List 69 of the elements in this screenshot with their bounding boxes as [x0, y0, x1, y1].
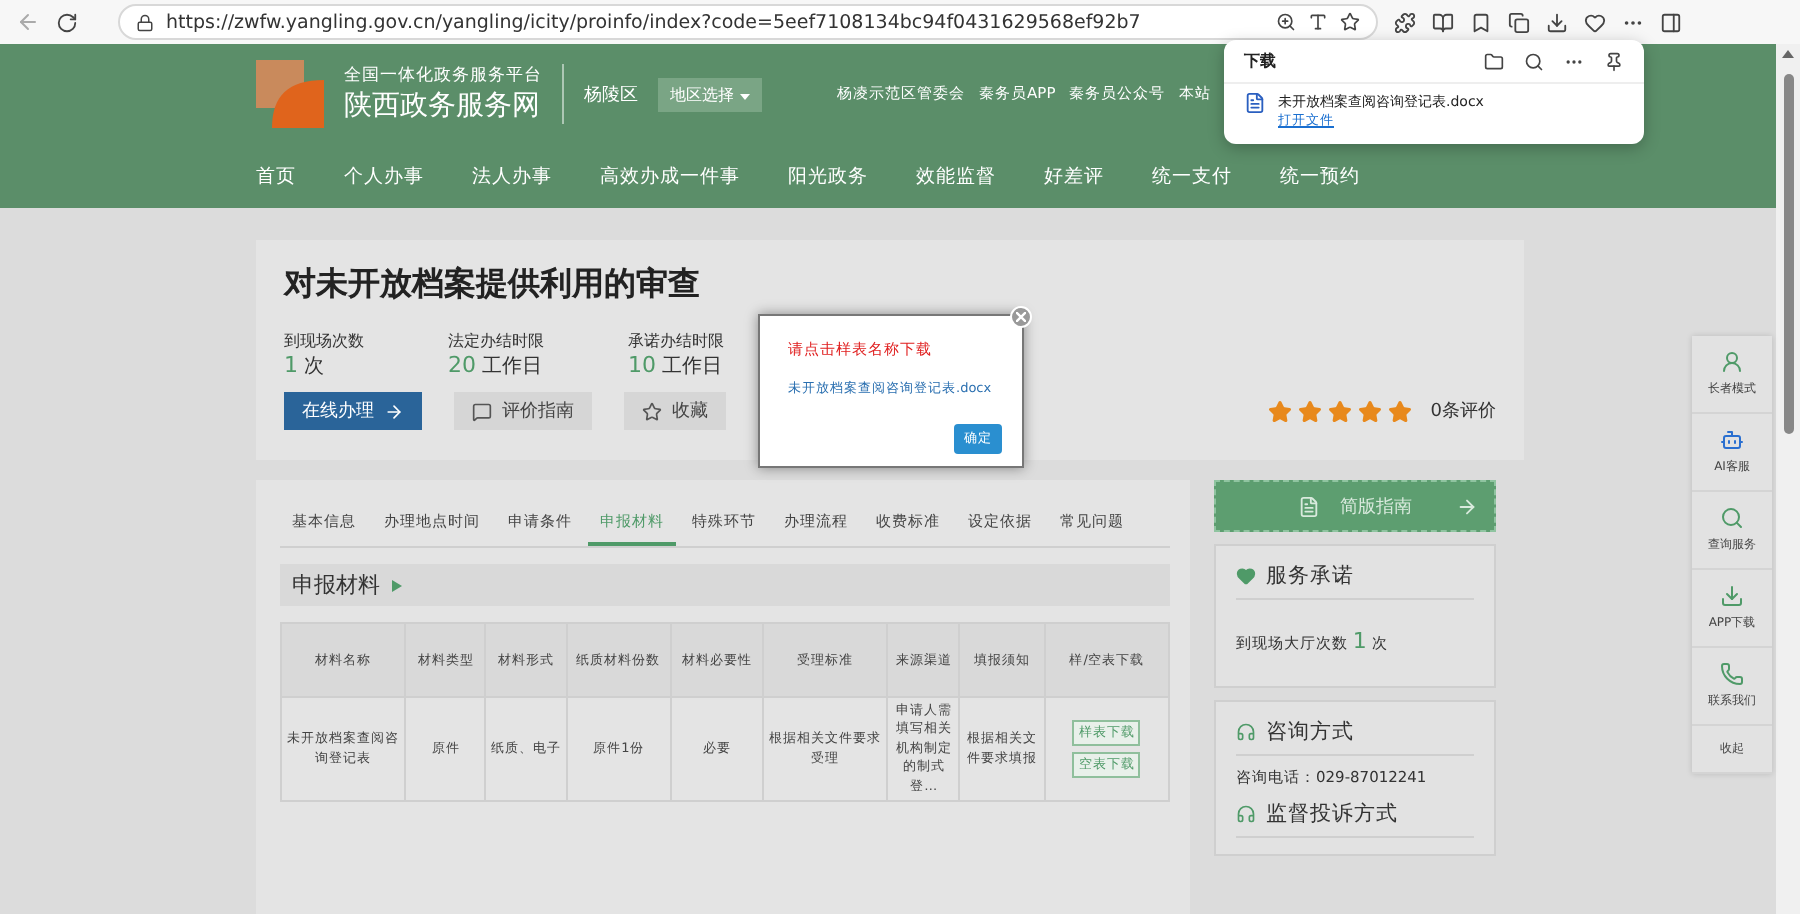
star-icon [1388, 399, 1413, 423]
stat-label: 承诺办结时限 [628, 330, 724, 352]
nav-link[interactable]: 统一预约 [1280, 163, 1360, 189]
item-title: 对未开放档案提供利用的审查 [284, 264, 702, 306]
book-icon[interactable] [1432, 11, 1454, 33]
nav-link[interactable]: 首页 [256, 163, 296, 189]
panel-title: 咨询方式 [1266, 718, 1354, 746]
zoom-icon[interactable] [1276, 12, 1296, 32]
headset-icon [1236, 804, 1256, 824]
pin-icon[interactable] [1604, 51, 1624, 71]
search-icon[interactable] [1524, 51, 1544, 71]
platform-label: 全国一体化政务服务平台 [344, 64, 542, 88]
star-icon [1268, 399, 1293, 423]
region-label: 杨陵区 [584, 83, 638, 107]
sidebar-icon[interactable] [1660, 11, 1682, 33]
triangle-icon [392, 579, 402, 591]
folder-icon[interactable] [1484, 51, 1504, 71]
nav-link[interactable]: 统一支付 [1152, 163, 1232, 189]
heart-icon[interactable] [1584, 11, 1606, 33]
bookmark-icon[interactable] [1470, 11, 1492, 33]
star-icon [642, 401, 662, 421]
online-apply-button[interactable]: 在线办理 [284, 392, 422, 430]
arrow-right-icon [1456, 495, 1478, 517]
logo-icon [256, 60, 324, 128]
message-icon [472, 401, 492, 421]
nav-link[interactable]: 效能监督 [916, 163, 996, 189]
stat-value: 1 次 [284, 352, 327, 380]
star-icon[interactable] [1340, 12, 1360, 32]
site-name: 陕西政务服务网 [344, 88, 542, 124]
panel-title: 服务承诺 [1266, 562, 1354, 590]
stat-label: 法定办结时限 [448, 330, 544, 352]
nav-link[interactable]: 法人办事 [472, 163, 552, 189]
action-button[interactable]: 收藏 [624, 392, 726, 430]
reload-icon[interactable] [56, 11, 78, 33]
document-icon [1298, 495, 1320, 517]
phone-icon [1720, 662, 1744, 686]
section-title: 申报材料 [292, 570, 380, 600]
search-icon [1720, 506, 1744, 530]
panel-title: 监督投诉方式 [1266, 800, 1398, 828]
lock-icon [136, 13, 154, 31]
star-icon [1328, 399, 1353, 423]
stat-label: 到现场次数 [284, 330, 364, 352]
panel-title: 下载 [1244, 50, 1276, 72]
nav-link[interactable]: 高效办成一件事 [600, 163, 740, 189]
download-icon [1720, 584, 1744, 608]
nav-link[interactable]: 个人办事 [344, 163, 424, 189]
robot-icon [1720, 428, 1744, 452]
address-bar[interactable]: https://zwfw.yangling.gov.cn/yangling/icity/proinfo/index?code=5eef7108134bc94f0431629568ef92b7 [118, 4, 1378, 40]
arrow-right-icon [384, 401, 404, 421]
url-text: https://zwfw.yangling.gov.cn/yangling/icity/proinfo/index?code=5eef7108134bc94f0431629568ef92b7 [166, 11, 1143, 33]
stat-value: 20 工作日 [448, 352, 544, 380]
star-icon [1358, 399, 1383, 423]
caret-icon [739, 93, 750, 99]
document-icon [1244, 92, 1266, 114]
headset-icon [1236, 722, 1256, 742]
person-icon [1720, 350, 1744, 374]
rating-count: 0条评价 [1430, 399, 1496, 424]
scroll-up-icon[interactable] [1782, 50, 1794, 58]
copy-icon[interactable] [1508, 11, 1530, 33]
nav-link[interactable]: 好差评 [1044, 163, 1104, 189]
action-button[interactable]: 评价指南 [454, 392, 592, 430]
download-icon[interactable] [1546, 11, 1568, 33]
nav-link[interactable]: 阳光政务 [788, 163, 868, 189]
puzzle-icon[interactable] [1394, 11, 1416, 33]
close-icon [1016, 312, 1026, 322]
region-select-button[interactable]: 地区选择 [658, 77, 762, 111]
stat-value: 10 工作日 [628, 352, 724, 380]
scrollbar-thumb[interactable] [1783, 74, 1793, 434]
star-icon [1298, 399, 1323, 423]
